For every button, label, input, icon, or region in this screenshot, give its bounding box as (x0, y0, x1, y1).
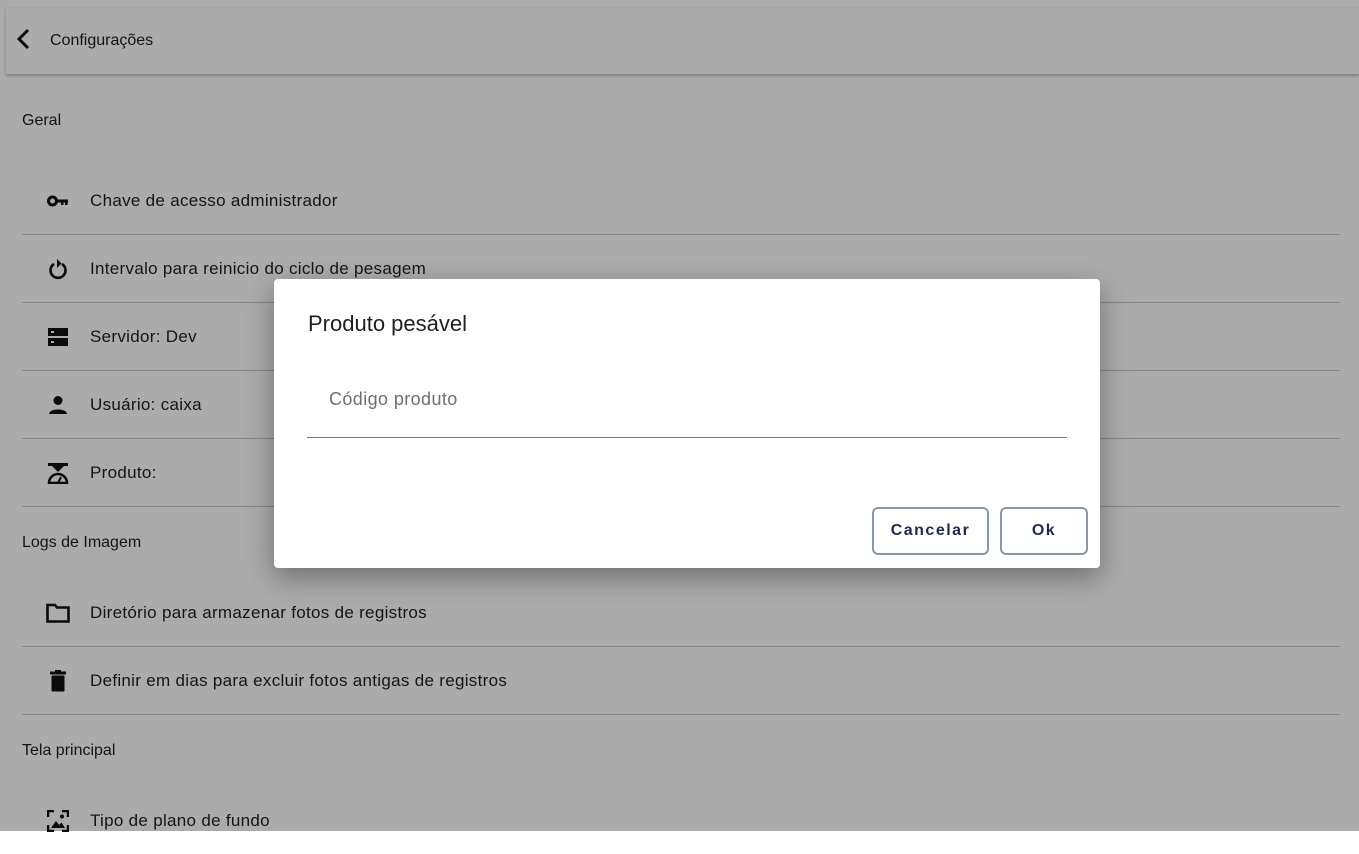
cancel-button[interactable]: Cancelar (872, 507, 989, 555)
codigo-produto-input[interactable] (307, 369, 1069, 429)
produto-pesavel-dialog: Produto pesável Cancelar Ok (274, 279, 1100, 568)
dialog-title: Produto pesável (308, 311, 467, 336)
codigo-produto-field (307, 369, 1069, 438)
ok-button[interactable]: Ok (1000, 507, 1088, 555)
